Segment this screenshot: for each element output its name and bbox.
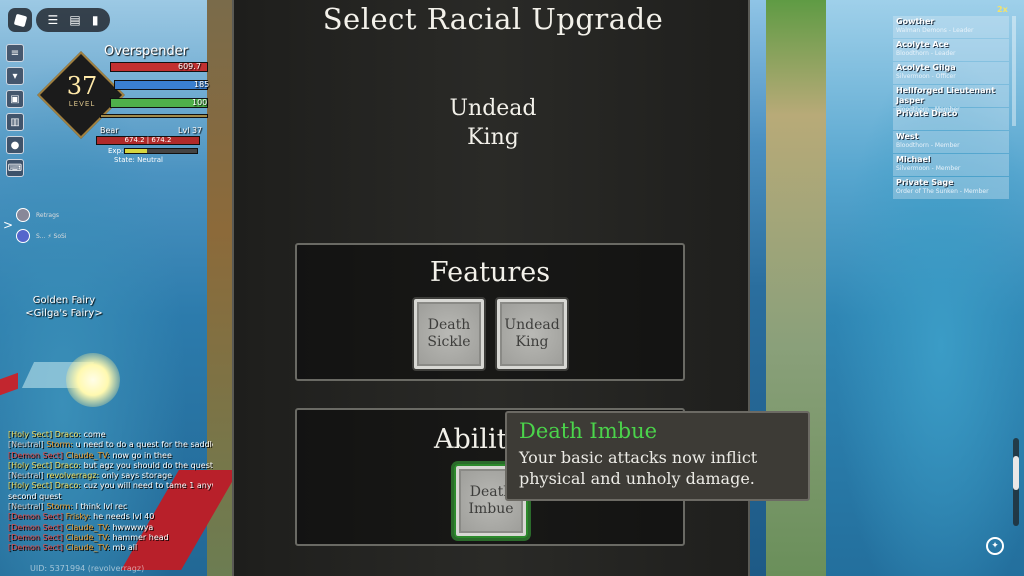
features-title: Features: [429, 257, 551, 288]
xp-bar: [100, 114, 208, 118]
health-value: 609.7: [178, 62, 201, 71]
player-list-item[interactable]: Hellforged Lieutenant Jasper Bloodthorn -…: [893, 85, 1009, 113]
pet-level: Lvl 37: [178, 126, 203, 135]
player-list-item[interactable]: Private Sage Order of The Sunken - Member: [893, 177, 1009, 199]
menu-list-icon[interactable]: ≡: [6, 44, 24, 62]
top-bar-pill: ☰ ▤ ▮: [36, 8, 110, 32]
mana-value: 185: [194, 80, 210, 89]
player-name: Overspender: [104, 44, 189, 59]
player-list-item[interactable]: Private Draco: [893, 108, 1009, 130]
book-icon[interactable]: ▥: [6, 113, 24, 131]
chat-line: [Demon Sect] Claude_TV: mb all: [8, 543, 138, 553]
chat-log: [Holy Sect] Draco: come [Neutral] Storm:…: [8, 430, 213, 554]
pet-state: State: Neutral: [114, 156, 163, 164]
multiplier-badge: 2x: [997, 5, 1008, 14]
tooltip-description: Your basic attacks now inflict physical …: [519, 448, 758, 488]
chat-line: [Holy Sect] Draco: cuz you will need to …: [8, 481, 213, 491]
tooltip-title: Death Imbue: [519, 419, 658, 443]
race-name: Undead King: [449, 96, 537, 150]
level-display: 37 LEVEL: [66, 72, 98, 108]
party-member[interactable]: Retrags: [16, 208, 59, 222]
player-list-item[interactable]: Michael Silvermoon - Member: [893, 154, 1009, 176]
ability-tooltip: Death Imbue Your basic attacks now infli…: [505, 411, 810, 501]
roblox-logo-icon: [13, 13, 27, 27]
stamina-value: 100: [192, 98, 208, 107]
chat-line: [Neutral] Storm: I think lvl rec: [8, 502, 128, 512]
user-id: UID: 5371994 (revolverragz): [30, 564, 145, 573]
keyboard-icon[interactable]: ⌨: [6, 159, 24, 177]
hamburger-menu-icon[interactable]: ☰: [48, 13, 59, 27]
pet-exp-label: Exp:: [108, 147, 124, 155]
chat-line: [Demon Sect] Claude_TV: hammer head: [8, 532, 169, 542]
party-member[interactable]: S... ⚡ SoSi: [16, 229, 67, 243]
player-list-scrollbar[interactable]: [1012, 16, 1016, 126]
features-section: Features Death Sickle Undead King: [295, 243, 685, 381]
avatar: [16, 229, 30, 243]
bookmark-icon[interactable]: ▾: [6, 67, 24, 85]
pet-exp-bar: [124, 148, 198, 154]
feature-card-undead-king[interactable]: Undead King: [495, 297, 569, 371]
roblox-menu-button[interactable]: [8, 8, 32, 32]
chat-line: [Neutral] Storm: u need to do a quest fo…: [8, 440, 213, 450]
chat-line: [Demon Sect] Claude_TV: now go in thee: [8, 450, 172, 460]
player-list: Gowther Walman Demons - Leader Acolyte Ac…: [893, 16, 1009, 200]
chat-line: [Demon Sect] Claude_TV: hwwwwya: [8, 522, 154, 532]
scrollbar-thumb[interactable]: [1013, 456, 1019, 490]
avatar: [16, 208, 30, 222]
inventory-icon[interactable]: ▣: [6, 90, 24, 108]
chat-icon[interactable]: ▤: [69, 13, 80, 27]
pet-name: Bear: [100, 126, 119, 135]
chat-line: second quest: [8, 491, 62, 501]
chat-line: [Holy Sect] Draco: but agz you should do…: [8, 460, 213, 470]
player-list-item[interactable]: West Bloodthorn - Member: [893, 131, 1009, 153]
character-icon[interactable]: ●: [6, 136, 24, 154]
side-scrollbar[interactable]: [1013, 438, 1019, 526]
panel-title: Select Racial Upgrade: [322, 2, 664, 36]
chat-line: [Neutral] revolverragz: only says storag…: [8, 471, 173, 481]
chat-line: [Holy Sect] Draco: come: [8, 430, 106, 439]
player-list-item[interactable]: Acolyte Ace Bloodthorn - Leader: [893, 39, 1009, 61]
chat-line: [Demon Sect] Frisky: he needs lvl 40: [8, 512, 155, 522]
party-expand-icon[interactable]: >: [3, 218, 13, 232]
player-list-item[interactable]: Acolyte Gilga Silvermoon - Officer: [893, 62, 1009, 84]
side-menu: ≡ ▾ ▣ ▥ ● ⌨: [6, 44, 24, 182]
pet-health-bar: 674.2 | 674.2: [96, 136, 200, 145]
npc-label: Golden Fairy <Gilga's Fairy>: [25, 295, 103, 319]
microphone-icon[interactable]: ▮: [92, 13, 99, 27]
fairy-glow: [66, 353, 120, 407]
feature-card-death-sickle[interactable]: Death Sickle: [412, 297, 486, 371]
settings-icon[interactable]: ✦: [986, 537, 1004, 555]
player-list-item[interactable]: Gowther Walman Demons - Leader: [893, 16, 1009, 38]
